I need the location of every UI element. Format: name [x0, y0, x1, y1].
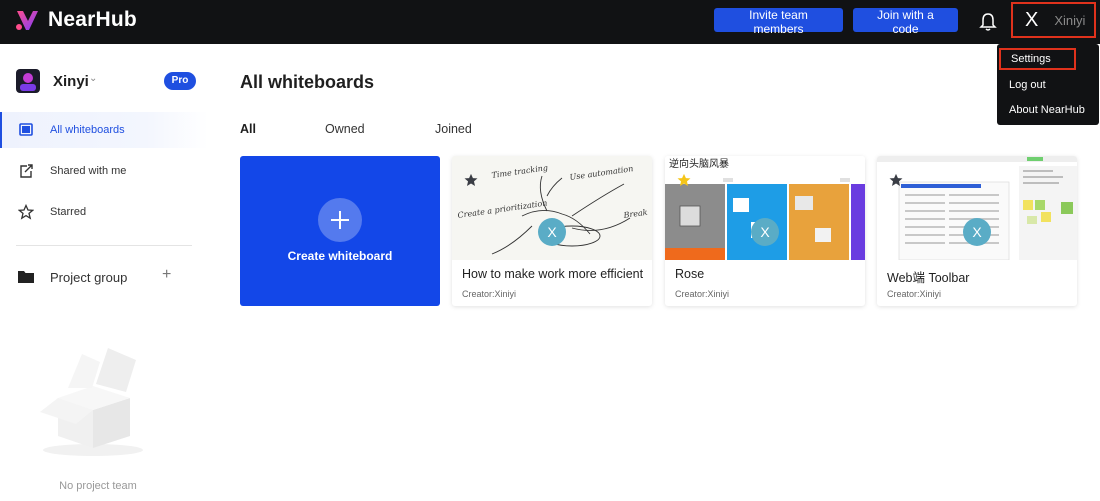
star-icon[interactable] [464, 173, 478, 187]
user-dropdown-menu: Settings Log out About NearHub [997, 44, 1099, 125]
add-project-group-icon[interactable]: + [162, 266, 171, 284]
sidebar-item-all-whiteboards[interactable]: All whiteboards [0, 112, 208, 148]
nearhub-logo[interactable]: NearHub [14, 7, 137, 33]
sidebar-item-label: All whiteboards [50, 124, 125, 136]
workspace-avatar[interactable] [16, 69, 40, 93]
user-menu-trigger[interactable]: X Xiniyi [1011, 2, 1096, 38]
whiteboard-card[interactable]: X Web端 Toolbar Creator:Xiniyi [877, 156, 1077, 306]
join-with-code-button[interactable]: Join with a code [853, 8, 958, 36]
plus-icon [318, 198, 362, 242]
menu-item-log-out[interactable]: Log out [997, 73, 1099, 98]
folder-icon [18, 271, 34, 283]
user-initial: X [1025, 8, 1039, 31]
create-whiteboard-label: Create whiteboard [287, 249, 393, 263]
menu-item-settings[interactable]: Settings [999, 48, 1076, 70]
logo-text: NearHub [48, 8, 137, 31]
top-bar: NearHub Invite team members Join with a … [0, 0, 1100, 44]
star-icon[interactable] [889, 173, 903, 187]
whiteboard-icon [19, 123, 33, 136]
collaborator-avatar: X [963, 218, 991, 246]
tab-joined[interactable]: Joined [435, 122, 472, 136]
chevron-down-icon[interactable]: ⌄ [89, 73, 97, 84]
tab-owned[interactable]: Owned [325, 122, 365, 136]
tab-all[interactable]: All [240, 122, 256, 136]
workspace-name[interactable]: Xinyi [53, 73, 89, 90]
whiteboard-title: How to make work more efficient [462, 267, 644, 281]
whiteboard-creator: Creator:Xiniyi [887, 289, 942, 299]
collaborator-avatar: X [538, 218, 566, 246]
whiteboard-creator: Creator:Xiniyi [462, 289, 517, 299]
pro-badge: Pro [164, 72, 196, 90]
whiteboard-card[interactable]: Time tracking Use automation Create a pr… [452, 156, 652, 306]
collaborator-avatar: X [751, 218, 779, 246]
empty-box-illustration [40, 348, 143, 456]
star-icon [18, 204, 34, 220]
empty-project-text: No project team [59, 480, 137, 492]
whiteboard-creator: Creator:Xiniyi [675, 289, 730, 299]
bell-icon[interactable] [979, 12, 997, 32]
workspace-avatar-icon [20, 73, 36, 91]
menu-item-about[interactable]: About NearHub [997, 98, 1099, 123]
nearhub-logo-icon [16, 11, 38, 30]
sidebar-item-label: Starred [50, 206, 87, 218]
sidebar-item-label: Shared with me [50, 165, 127, 177]
invite-team-members-button[interactable]: Invite team members [714, 8, 843, 36]
sidebar: Xinyi ⌄ Pro All whiteboards Shared with … [0, 44, 208, 501]
star-icon[interactable] [677, 173, 691, 187]
sidebar-divider [16, 245, 192, 246]
project-group-label: Project group [50, 270, 128, 285]
thumbnail-caption: 逆向头脑风暴 [669, 157, 729, 170]
whiteboard-title: Rose [675, 267, 705, 281]
sidebar-item-starred[interactable]: Starred [0, 194, 208, 230]
whiteboard-card[interactable]: 逆向头脑风暴 X Rose Creator:Xiniyi [665, 156, 865, 306]
page-title: All whiteboards [240, 72, 375, 92]
whiteboard-title: Web端 Toolbar [887, 271, 970, 285]
sidebar-item-shared-with-me[interactable]: Shared with me [0, 153, 208, 189]
create-whiteboard-card[interactable]: Create whiteboard [240, 156, 440, 306]
share-icon [20, 164, 33, 178]
user-name: Xiniyi [1054, 12, 1086, 28]
